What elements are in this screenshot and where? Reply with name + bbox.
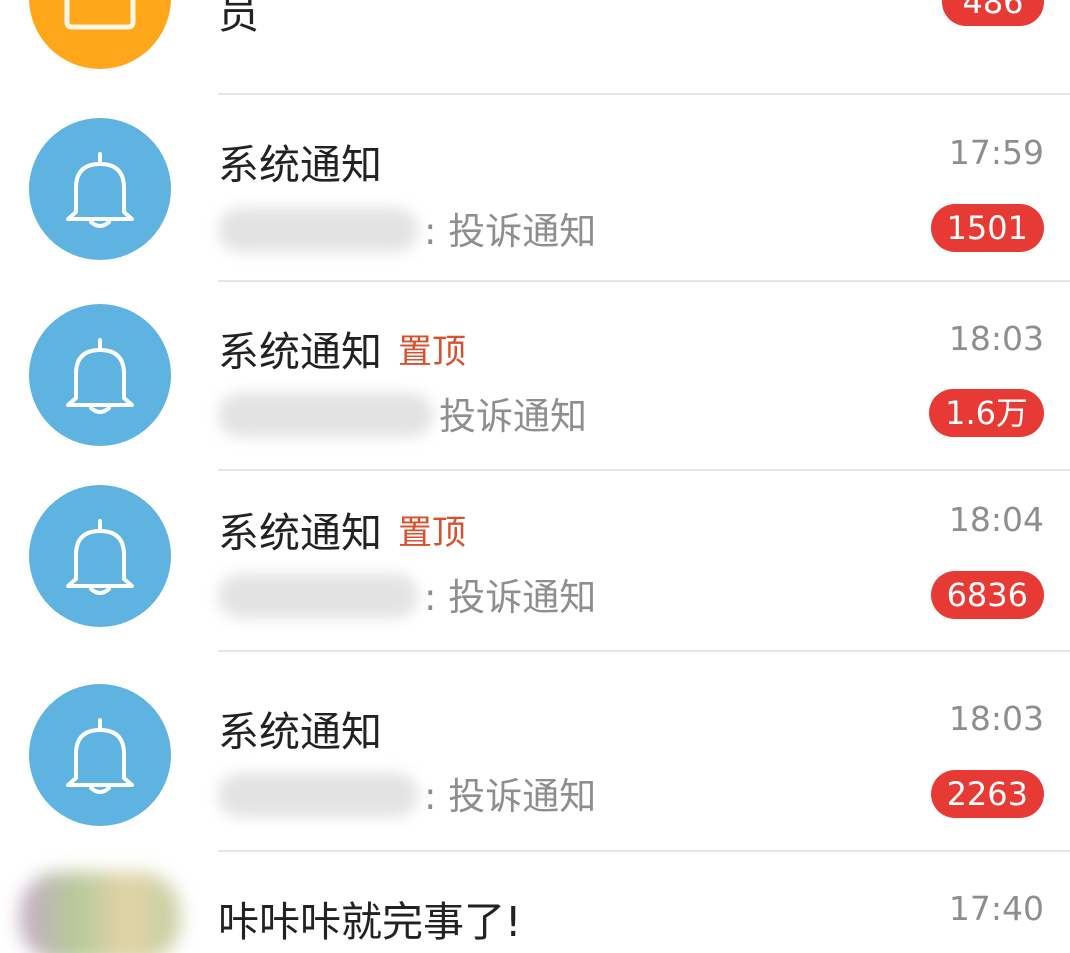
conversation-title: 员 (218, 0, 259, 38)
pinned-label: 置顶 (398, 332, 466, 372)
redacted-sender (218, 574, 418, 618)
conversation-time: 18:03 (948, 699, 1044, 738)
unread-badge: 1.6万 (929, 389, 1044, 437)
conversation-title: 系统通知 (218, 708, 382, 756)
bell-icon (66, 152, 134, 228)
conversation-time: 18:03 (948, 319, 1044, 358)
pinned-label: 置顶 (398, 513, 466, 553)
avatar (29, 118, 171, 260)
conversation-title: 系统通知 (218, 141, 382, 189)
avatar (29, 0, 171, 69)
unread-badge: 1501 (930, 204, 1044, 252)
conversation-item[interactable]: 系统通知 置顶 : 投诉通知 18:04 6836 (0, 471, 1070, 650)
folder-icon (64, 0, 136, 30)
redacted-sender (218, 393, 433, 437)
unread-badge: 2263 (930, 770, 1044, 818)
conversation-title: 咔咔咔就完事了! (218, 898, 522, 946)
unread-badge: 6836 (930, 571, 1044, 619)
conversation-item[interactable]: 员 486 (0, 0, 1070, 94)
avatar (29, 304, 171, 446)
conversation-item[interactable]: 咔咔咔就完事了! 17:40 (0, 852, 1070, 953)
bell-icon (66, 338, 134, 414)
conversation-title: 系统通知 置顶 (218, 509, 466, 557)
conversation-list: 员 486 系统通知 : 投诉通知 17:59 1501 系统通知 置顶 投诉通知… (0, 0, 1070, 953)
bell-icon (66, 519, 134, 595)
bell-icon (66, 718, 134, 794)
conversation-item[interactable]: 系统通知 : 投诉通知 17:59 1501 (0, 95, 1070, 280)
conversation-title: 系统通知 置顶 (218, 328, 466, 376)
conversation-preview: : 投诉通知 (218, 201, 596, 255)
redacted-sender (218, 208, 418, 252)
redacted-sender (218, 773, 418, 817)
avatar (20, 872, 180, 953)
conversation-time: 17:40 (948, 889, 1044, 928)
conversation-item[interactable]: 系统通知 : 投诉通知 18:03 2263 (0, 652, 1070, 850)
conversation-preview: : 投诉通知 (218, 766, 596, 820)
conversation-time: 18:04 (948, 500, 1044, 539)
avatar (29, 485, 171, 627)
conversation-time: 17:59 (948, 133, 1044, 172)
conversation-preview: 投诉通知 (218, 386, 587, 440)
unread-badge: 486 (942, 0, 1044, 26)
conversation-item[interactable]: 系统通知 置顶 投诉通知 18:03 1.6万 (0, 282, 1070, 469)
conversation-preview: : 投诉通知 (218, 567, 596, 621)
avatar (29, 684, 171, 826)
